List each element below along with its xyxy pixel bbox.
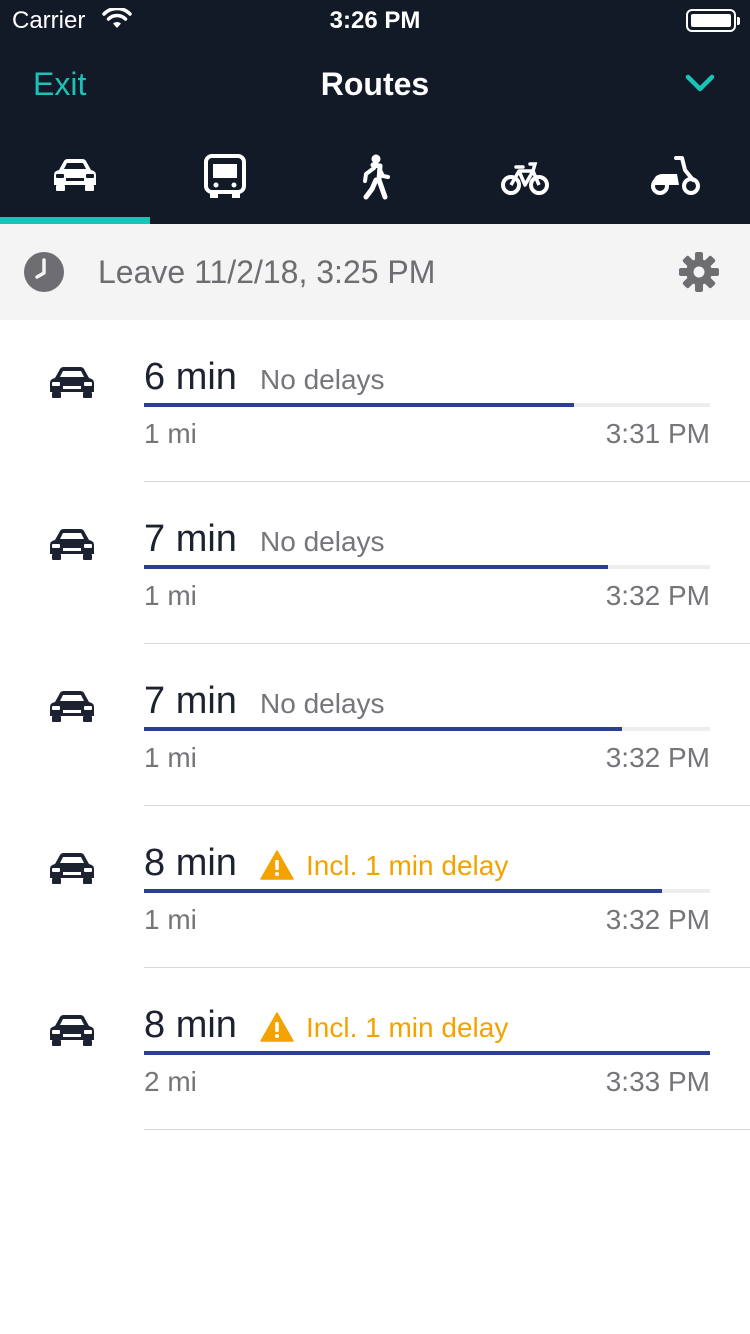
departure-time-label: Leave 11/2/18, 3:25 PM [98, 254, 436, 290]
gear-icon[interactable] [678, 251, 720, 293]
bus-icon [204, 154, 246, 198]
route-progress-track [144, 727, 710, 731]
route-arrival-time: 3:32 PM [605, 742, 710, 773]
car-icon [50, 853, 94, 884]
bicycle-icon [501, 162, 549, 195]
route-arrival-time: 3:33 PM [605, 1066, 710, 1097]
route-progress-track [144, 565, 710, 569]
route-item[interactable]: 8 min Incl. 1 min delay 2 mi 3:33 PM [0, 968, 750, 1130]
route-delay-status: No delays [260, 688, 385, 719]
route-delay-status: Incl. 1 min delay [306, 1012, 509, 1043]
route-distance: 1 mi [144, 742, 197, 773]
pedestrian-icon [363, 154, 390, 200]
route-delay-status: No delays [260, 364, 385, 395]
tab-car[interactable] [0, 140, 150, 224]
tab-transit[interactable] [150, 140, 300, 224]
route-progress-bar [144, 889, 662, 893]
clock-icon [24, 252, 64, 292]
status-time: 3:26 PM [329, 7, 421, 34]
transport-mode-tabs [0, 140, 750, 224]
tab-bike[interactable] [450, 140, 600, 224]
chevron-down-icon[interactable] [682, 70, 718, 96]
route-delay-status: Incl. 1 min delay [306, 850, 509, 881]
route-duration: 8 min [144, 842, 237, 884]
warning-icon [260, 850, 294, 880]
route-distance: 2 mi [144, 1066, 197, 1097]
route-divider [144, 1129, 750, 1130]
route-item[interactable]: 7 min No delays 1 mi 3:32 PM [0, 644, 750, 806]
route-delay-status: No delays [260, 526, 385, 557]
car-icon [50, 691, 94, 722]
selected-tab-indicator [0, 217, 150, 224]
car-icon [54, 159, 96, 191]
route-progress-track [144, 1051, 710, 1055]
route-distance: 1 mi [144, 418, 197, 449]
car-icon [50, 367, 94, 398]
car-icon [50, 1015, 94, 1046]
warning-icon [260, 1012, 294, 1042]
route-progress-track [144, 403, 710, 407]
route-item[interactable]: 6 min No delays 1 mi 3:31 PM [0, 320, 750, 482]
route-distance: 1 mi [144, 904, 197, 935]
page-title: Routes [320, 66, 430, 102]
route-duration: 7 min [144, 518, 237, 560]
route-arrival-time: 3:31 PM [605, 418, 710, 449]
route-progress-bar [144, 403, 575, 407]
car-icon [50, 529, 94, 560]
top-bar: Carrier 3:26 PM Exit Routes [0, 0, 750, 224]
departure-time-bar[interactable]: Leave 11/2/18, 3:25 PM [0, 224, 750, 320]
route-duration: 8 min [144, 1004, 237, 1046]
status-bar: Carrier 3:26 PM [0, 0, 750, 40]
route-arrival-time: 3:32 PM [605, 904, 710, 935]
route-arrival-time: 3:32 PM [605, 580, 710, 611]
tab-scooter[interactable] [600, 140, 750, 224]
route-distance: 1 mi [144, 580, 197, 611]
route-item[interactable]: 8 min Incl. 1 min delay 1 mi 3:32 PM [0, 806, 750, 968]
route-duration: 7 min [144, 680, 237, 722]
scooter-icon [651, 156, 700, 195]
route-progress-bar [144, 565, 609, 569]
battery-icon [686, 9, 740, 32]
tab-walk[interactable] [300, 140, 450, 224]
route-duration: 6 min [144, 356, 237, 398]
route-progress-track [144, 889, 710, 893]
route-progress-bar [144, 727, 623, 731]
route-item[interactable]: 7 min No delays 1 mi 3:32 PM [0, 482, 750, 644]
route-progress-bar [144, 1051, 710, 1055]
